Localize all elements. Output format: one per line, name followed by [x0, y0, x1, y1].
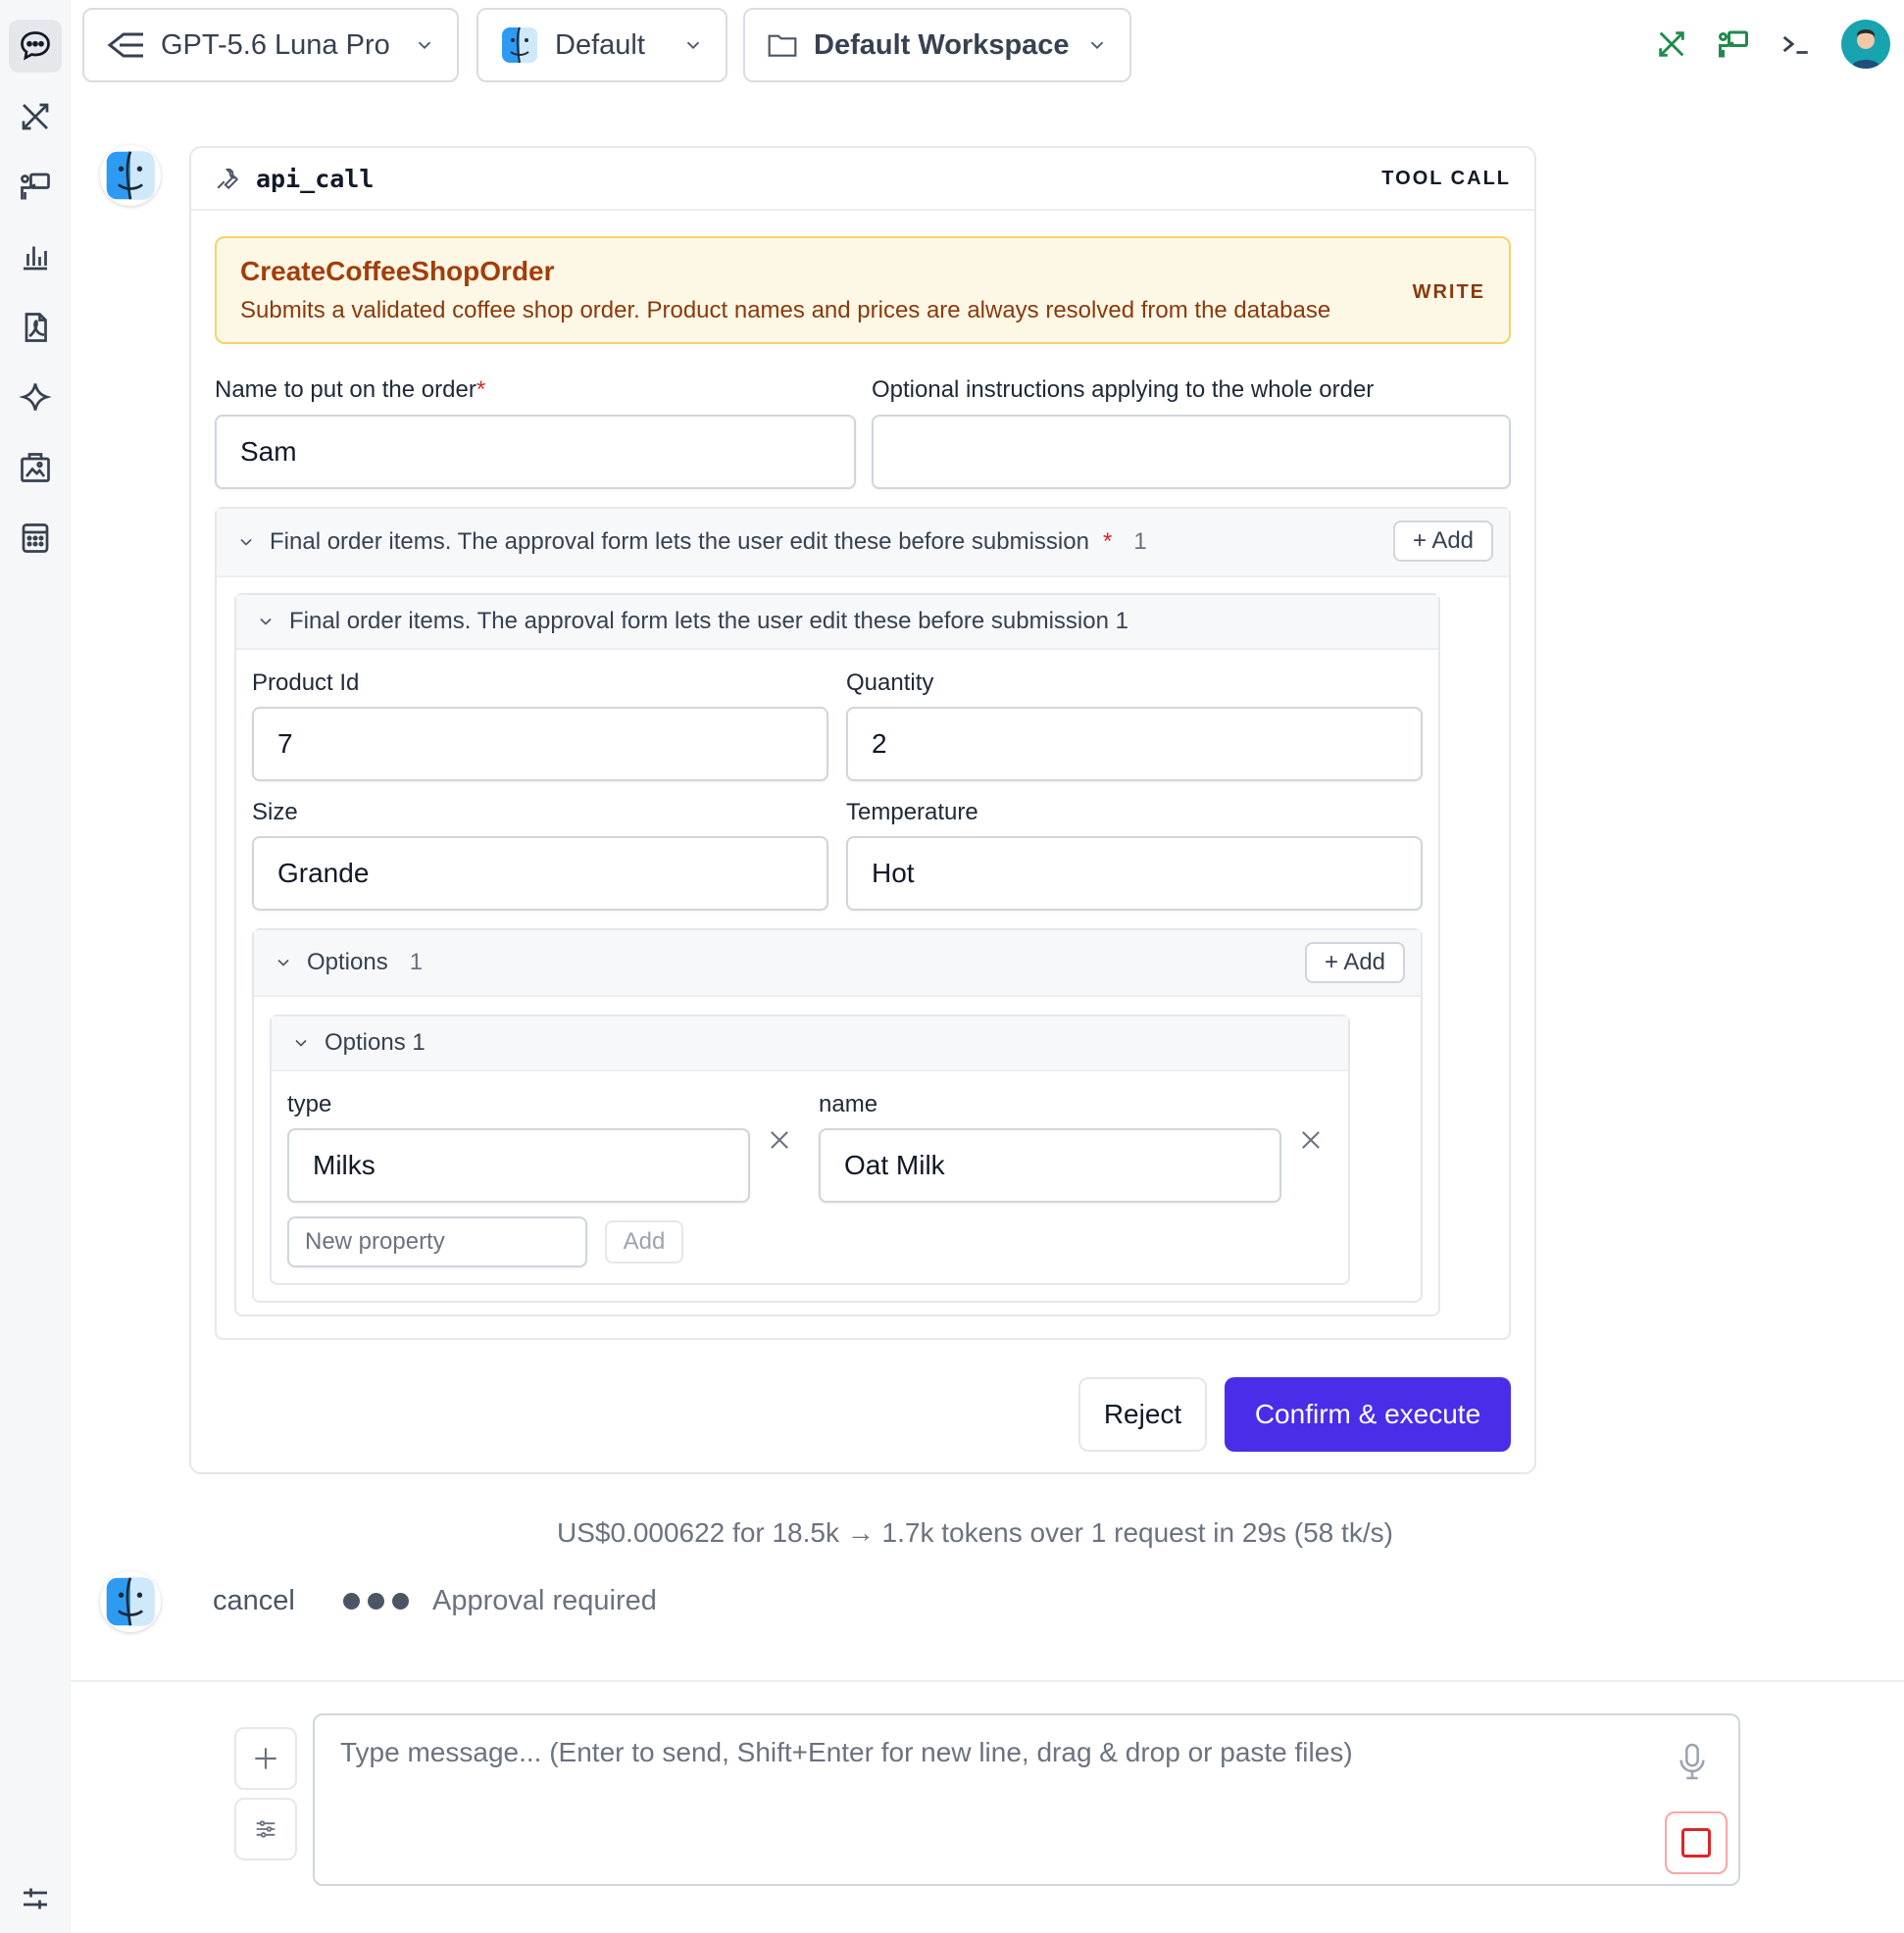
- chevron-down-icon: [260, 618, 272, 625]
- chat-icon[interactable]: [9, 20, 62, 73]
- order-name-label: Name to put on the order*: [215, 376, 486, 403]
- presentation-icon[interactable]: [9, 160, 62, 213]
- option-type-label: type: [287, 1091, 332, 1117]
- composer-divider: [71, 1680, 1904, 1682]
- operation-description: Submits a validated coffee shop order. P…: [240, 297, 1331, 323]
- operation-title: CreateCoffeeShopOrder: [240, 256, 555, 286]
- add-property-button[interactable]: Add: [605, 1220, 683, 1264]
- folder-icon: [768, 34, 797, 57]
- quantity-input[interactable]: 2: [846, 707, 1423, 781]
- temperature-label: Temperature: [846, 799, 978, 825]
- attach-button[interactable]: [234, 1727, 297, 1790]
- sliders-icon: [256, 1820, 276, 1838]
- option-card: Options 1 type Milks name Oat Milk New p…: [270, 1015, 1350, 1285]
- top-bar: GPT-5.6 Luna Pro Default Default Workspa…: [71, 0, 1904, 90]
- options-header[interactable]: Options 1: [254, 930, 1421, 997]
- option-type-input[interactable]: Milks: [287, 1128, 750, 1203]
- reject-button[interactable]: Reject: [1078, 1377, 1207, 1452]
- chevron-down-icon: [295, 1039, 307, 1047]
- wrench-icon: [217, 168, 239, 190]
- assistant-avatar: [100, 1571, 161, 1632]
- sidebar: [0, 0, 71, 1933]
- product-id-label: Product Id: [252, 669, 360, 696]
- order-item-card: Final order items. The approval form let…: [234, 593, 1440, 1316]
- order-items-header[interactable]: Final order items. The approval form let…: [217, 509, 1509, 577]
- tool-call-header: api_call TOOL CALL: [191, 148, 1534, 211]
- option-header[interactable]: Options 1: [272, 1016, 1348, 1071]
- message-input-placeholder: Type message... (Enter to send, Shift+En…: [340, 1737, 1353, 1767]
- order-items-label: Final order items. The approval form let…: [270, 528, 1089, 555]
- size-input[interactable]: Grande: [252, 836, 828, 911]
- option-name-label: name: [819, 1091, 878, 1117]
- finder-face-icon: [502, 26, 537, 64]
- options-button[interactable]: [234, 1798, 297, 1860]
- chevron-down-icon: [418, 41, 431, 50]
- chevron-down-icon: [240, 538, 252, 546]
- profile-selector-label: Default: [555, 28, 645, 61]
- tool-name: api_call: [256, 164, 375, 193]
- options-group: Options 1 + Add Options 1 type Milks nam…: [252, 928, 1423, 1303]
- profile-selector[interactable]: Default: [476, 8, 727, 82]
- settings-sliders-icon[interactable]: [9, 1872, 62, 1925]
- stop-icon: [1681, 1828, 1711, 1858]
- pdf-icon[interactable]: [9, 301, 62, 354]
- order-item-label: Final order items. The approval form let…: [289, 608, 1128, 634]
- bar-chart-icon[interactable]: [9, 230, 62, 283]
- plus-icon: [255, 1748, 276, 1769]
- options-label: Options: [307, 949, 388, 975]
- tool-call-card: api_call TOOL CALL CreateCoffeeShopOrder…: [189, 146, 1536, 1474]
- instructions-input[interactable]: [872, 415, 1511, 489]
- temperature-input[interactable]: Hot: [846, 836, 1423, 911]
- tool-call-kind: TOOL CALL: [1381, 167, 1511, 189]
- workspace-selector[interactable]: Default Workspace: [743, 8, 1131, 82]
- sparkle-icon[interactable]: [9, 371, 62, 423]
- model-selector-label: GPT-5.6 Luna Pro: [161, 28, 390, 61]
- order-items-count: 1: [1133, 528, 1147, 555]
- order-name-input[interactable]: Sam: [215, 415, 856, 489]
- chevron-down-icon: [1090, 41, 1104, 50]
- operation-banner: CreateCoffeeShopOrder Submits a validate…: [215, 236, 1511, 344]
- calculator-icon[interactable]: [9, 512, 62, 565]
- order-item-header[interactable]: Final order items. The approval form let…: [236, 595, 1438, 650]
- option-name-input[interactable]: Oat Milk: [819, 1128, 1281, 1203]
- quantity-label: Quantity: [846, 669, 934, 696]
- gallery-icon[interactable]: [9, 441, 62, 494]
- add-option-button[interactable]: + Add: [1305, 942, 1405, 983]
- required-mark: *: [476, 376, 486, 403]
- model-provider-icon: [107, 32, 143, 58]
- chevron-down-icon: [277, 959, 289, 966]
- microphone-icon[interactable]: [1676, 1741, 1709, 1782]
- user-avatar[interactable]: [1841, 20, 1890, 69]
- cancel-link[interactable]: cancel: [213, 1585, 295, 1617]
- tools-toggle-icon[interactable]: [1647, 20, 1696, 69]
- remove-name-icon[interactable]: [1297, 1126, 1325, 1154]
- confirm-execute-button[interactable]: Confirm & execute: [1225, 1377, 1511, 1452]
- product-id-input[interactable]: 7: [252, 707, 828, 781]
- size-label: Size: [252, 799, 298, 825]
- required-mark: *: [1102, 528, 1113, 555]
- add-order-item-button[interactable]: + Add: [1393, 520, 1493, 562]
- order-items-group: Final order items. The approval form let…: [215, 507, 1511, 1340]
- stop-button[interactable]: [1665, 1811, 1728, 1874]
- workspace-selector-label: Default Workspace: [814, 28, 1070, 61]
- operation-mode-badge: WRITE: [1412, 281, 1485, 303]
- remove-type-icon[interactable]: [766, 1126, 793, 1154]
- instructions-label: Optional instructions applying to the wh…: [872, 376, 1375, 403]
- message-composer[interactable]: Type message... (Enter to send, Shift+En…: [313, 1713, 1740, 1886]
- presentation-toggle-icon[interactable]: [1709, 20, 1758, 69]
- typing-indicator-icon: [343, 1593, 409, 1610]
- terminal-icon[interactable]: [1771, 20, 1820, 69]
- option-label: Options 1: [325, 1029, 426, 1056]
- model-selector[interactable]: GPT-5.6 Luna Pro: [82, 8, 459, 82]
- tools-icon[interactable]: [9, 90, 62, 143]
- approval-status: Approval required: [432, 1585, 657, 1616]
- usage-stats: US$0.000622 for 18.5k → 1.7k tokens over…: [557, 1517, 1393, 1548]
- assistant-avatar: [100, 145, 161, 206]
- options-count: 1: [409, 949, 424, 975]
- new-property-input[interactable]: New property: [287, 1216, 587, 1267]
- chevron-down-icon: [686, 41, 700, 50]
